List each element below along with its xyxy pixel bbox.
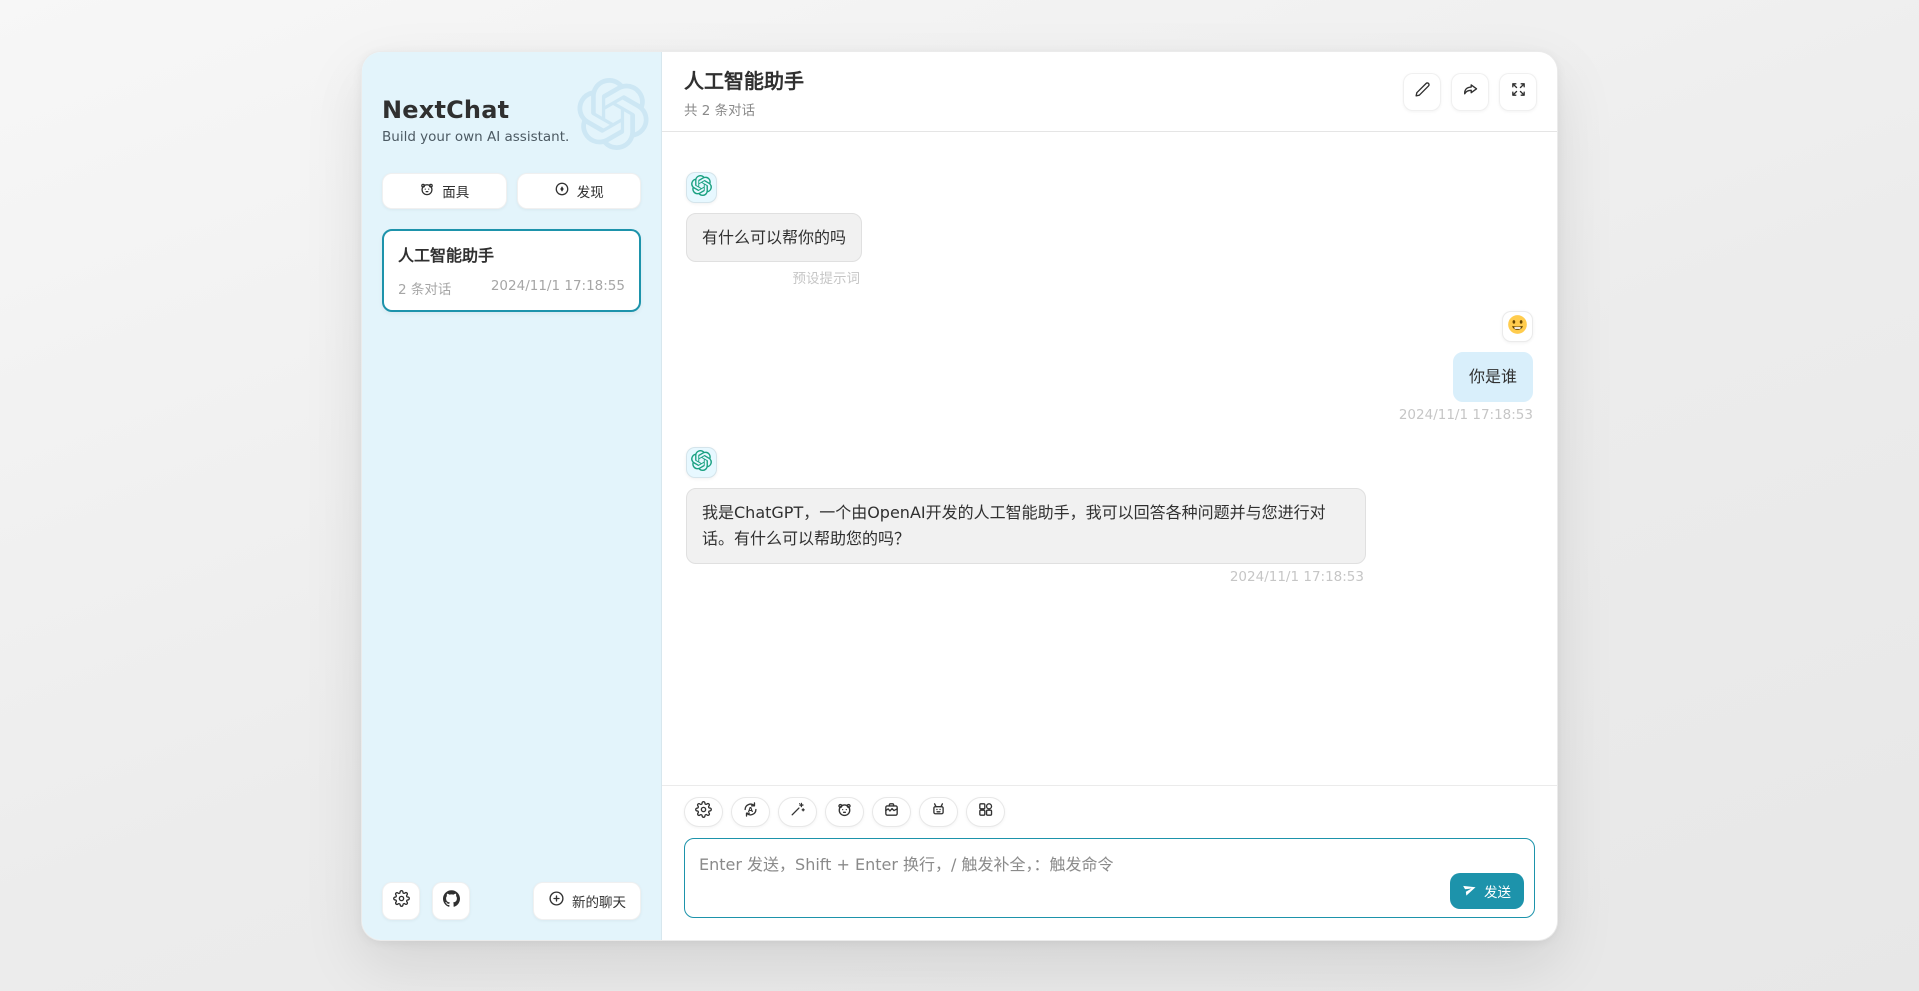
- shortcuts-button[interactable]: [966, 797, 1005, 827]
- chat-list-item[interactable]: 人工智能助手 2 条对话 2024/11/1 17:18:55: [382, 229, 641, 312]
- github-icon: [443, 890, 460, 911]
- settings-icon: [393, 890, 410, 911]
- chat-item-date: 2024/11/1 17:18:55: [491, 278, 625, 298]
- masks-button[interactable]: 面具: [382, 173, 507, 209]
- message-bubble: 我是ChatGPT，一个由OpenAI开发的人工智能助手，我可以回答各种问题并与…: [686, 488, 1366, 564]
- send-button-label: 发送: [1484, 881, 1511, 901]
- composer: A: [662, 785, 1557, 940]
- discover-icon: [554, 181, 570, 201]
- chat-subtitle: 共 2 条对话: [684, 99, 804, 119]
- discover-button-label: 发现: [577, 181, 604, 201]
- github-button[interactable]: [432, 882, 470, 920]
- theme-toggle-button[interactable]: A: [731, 797, 770, 827]
- assistant-avatar: [686, 172, 717, 203]
- sidebar-button-row: 面具 发现: [382, 173, 641, 209]
- new-chat-button[interactable]: 新的聊天: [533, 882, 641, 920]
- rename-button[interactable]: [1403, 73, 1441, 111]
- fullscreen-icon: [1510, 81, 1527, 102]
- chat-settings-button[interactable]: [684, 797, 723, 827]
- openai-flower-icon: [691, 450, 712, 475]
- prompts-button[interactable]: [778, 797, 817, 827]
- sidebar-footer: 新的聊天: [382, 882, 641, 920]
- pencil-icon: [1414, 81, 1431, 102]
- clear-context-icon: [883, 801, 900, 822]
- message-list: 有什么可以帮你的吗 预设提示词 你是谁 2024/11/1 17:18:53: [662, 132, 1557, 785]
- sidebar: NextChat Build your own AI assistant. 面具…: [362, 52, 662, 940]
- chat-item-meta: 2 条对话 2024/11/1 17:18:55: [398, 278, 625, 298]
- chat-main: 人工智能助手 共 2 条对话: [662, 52, 1557, 940]
- discover-button[interactable]: 发现: [517, 173, 642, 209]
- message-bubble: 有什么可以帮你的吗: [686, 213, 862, 263]
- message-user: 你是谁 2024/11/1 17:18:53: [686, 311, 1533, 423]
- grinning-emoji-icon: [1507, 314, 1528, 339]
- openai-flower-watermark-icon: [577, 78, 649, 150]
- input-area: 发送: [684, 838, 1535, 922]
- paper-plane-icon: [1463, 882, 1477, 900]
- share-button[interactable]: [1451, 73, 1489, 111]
- app-window: NextChat Build your own AI assistant. 面具…: [361, 51, 1558, 941]
- clear-context-button[interactable]: [872, 797, 911, 827]
- chat-item-title: 人工智能助手: [398, 242, 625, 266]
- magic-wand-icon: [789, 801, 806, 822]
- message-bubble: 你是谁: [1453, 352, 1533, 402]
- new-chat-label: 新的聊天: [572, 891, 626, 911]
- assistant-avatar: [686, 447, 717, 478]
- header-actions: [1403, 73, 1537, 111]
- chat-title: 人工智能助手: [684, 65, 804, 94]
- plugin-grid-icon: [977, 801, 994, 822]
- message-timestamp: 2024/11/1 17:18:53: [686, 569, 1366, 585]
- message-assistant: 我是ChatGPT，一个由OpenAI开发的人工智能助手，我可以回答各种问题并与…: [686, 447, 1533, 585]
- auto-theme-icon: A: [742, 801, 759, 822]
- composer-toolbar: A: [684, 797, 1535, 827]
- plus-circle-icon: [548, 890, 565, 911]
- mask-icon: [836, 801, 853, 822]
- chat-item-count: 2 条对话: [398, 278, 451, 298]
- svg-text:A: A: [748, 806, 754, 814]
- message-meta: 预设提示词: [686, 267, 862, 287]
- gear-icon: [695, 801, 712, 822]
- fullscreen-button[interactable]: [1499, 73, 1537, 111]
- openai-flower-icon: [691, 175, 712, 200]
- chat-header: 人工智能助手 共 2 条对话: [662, 52, 1557, 132]
- message-assistant: 有什么可以帮你的吗 预设提示词: [686, 172, 1533, 288]
- mask-icon: [419, 181, 435, 201]
- mask-button[interactable]: [825, 797, 864, 827]
- share-icon: [1462, 81, 1479, 102]
- send-button[interactable]: 发送: [1450, 873, 1524, 909]
- model-button[interactable]: [919, 797, 958, 827]
- robot-icon: [930, 801, 947, 822]
- masks-button-label: 面具: [442, 181, 469, 201]
- chat-header-info: 人工智能助手 共 2 条对话: [684, 65, 804, 119]
- chat-input[interactable]: [684, 838, 1535, 918]
- user-avatar: [1502, 311, 1533, 342]
- message-timestamp: 2024/11/1 17:18:53: [1399, 407, 1533, 423]
- settings-button[interactable]: [382, 882, 420, 920]
